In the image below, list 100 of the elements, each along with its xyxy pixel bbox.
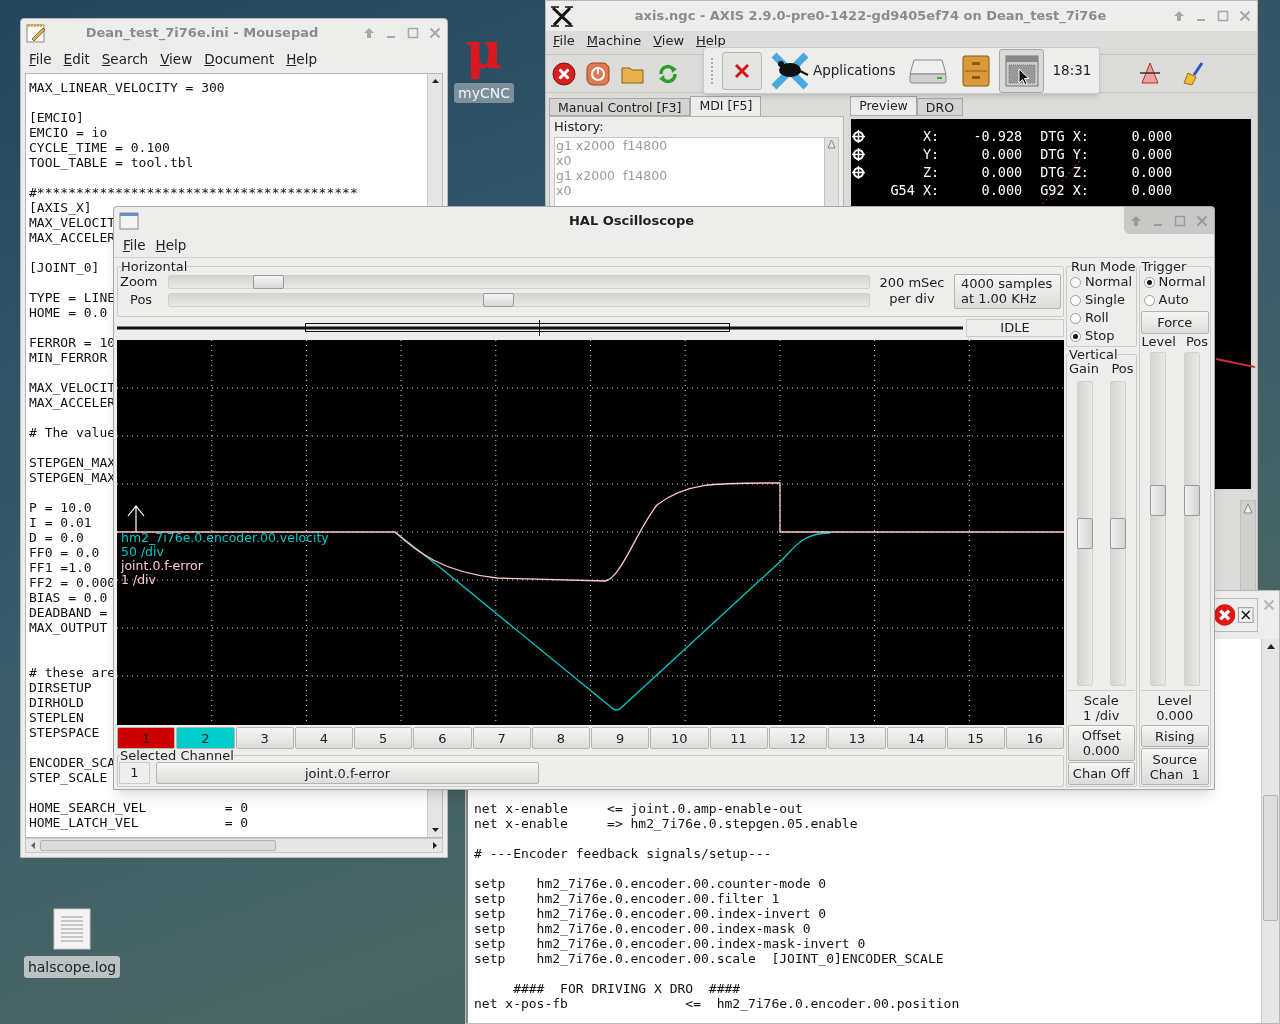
slider-track[interactable]	[168, 293, 870, 307]
code-line: setp hm2_7i76e.0.encoder.00.filter 1	[474, 891, 780, 906]
close-icon[interactable]	[1238, 607, 1254, 623]
group-label: Selected Channel	[120, 749, 234, 762]
pin-icon[interactable]	[1130, 214, 1142, 227]
maximize-icon[interactable]	[407, 27, 419, 39]
window-title: Dean_test_7i76e.ini - Mousepad	[84, 24, 320, 43]
slider-track[interactable]	[168, 275, 870, 289]
slider-thumb[interactable]	[1109, 518, 1126, 549]
tab[interactable]: DRO	[916, 98, 963, 116]
scrollbar[interactable]	[25, 838, 443, 853]
channel-button[interactable]: 16	[1005, 727, 1064, 749]
estop-icon[interactable]	[552, 61, 576, 86]
menu-item[interactable]: Document	[204, 48, 275, 70]
menu-item[interactable]: File	[553, 33, 575, 48]
edge-button[interactable]: Rising	[1140, 725, 1209, 747]
channel-off-button[interactable]: Chan Off	[1068, 762, 1135, 785]
slider-track[interactable]	[1076, 381, 1093, 686]
radio-label[interactable]: Normal	[1085, 272, 1133, 292]
slider-thumb[interactable]	[252, 275, 284, 289]
channel-name-button[interactable]: joint.0.f-error	[156, 762, 539, 784]
code-line: net x-enable => hm2_7i76e.0.stepgen.05.enable	[474, 816, 858, 831]
dro-value: 0.000	[1130, 162, 1173, 182]
offset-button[interactable]: Offset 0.000	[1068, 725, 1135, 761]
menu-item[interactable]: Help	[696, 33, 726, 48]
code-line: CYCLE_TIME = 0.100	[29, 140, 170, 155]
radio-button[interactable]	[1070, 312, 1081, 324]
code-line: ENCODER_SCA	[29, 755, 116, 770]
document-icon[interactable]	[53, 908, 91, 950]
menu-item[interactable]: File	[29, 48, 52, 70]
radio-label[interactable]: Roll	[1085, 308, 1109, 328]
channel-button[interactable]: 11	[709, 727, 768, 749]
channel-button[interactable]: 15	[946, 727, 1005, 749]
radio-button[interactable]	[1070, 330, 1081, 342]
channel-button[interactable]: 3	[235, 727, 294, 749]
x-logo-icon[interactable]	[550, 5, 574, 27]
radio-button[interactable]	[1070, 276, 1081, 288]
menu-item[interactable]: Machine	[586, 33, 642, 48]
maximize-icon[interactable]	[1174, 214, 1186, 227]
radio-button[interactable]	[1143, 276, 1155, 288]
pin-icon[interactable]	[1173, 10, 1185, 22]
tab[interactable]: Manual Control [F3]	[549, 98, 691, 116]
mouse-logo-icon[interactable]	[770, 50, 810, 91]
notepad-icon[interactable]	[25, 22, 47, 44]
slider-track[interactable]	[1183, 352, 1200, 686]
slider-thumb[interactable]	[1183, 485, 1200, 517]
dro-label: G92 X:	[1040, 180, 1090, 200]
slider-thumb[interactable]	[1076, 518, 1093, 549]
maximize-icon[interactable]	[1217, 10, 1229, 22]
pin-icon[interactable]	[363, 27, 375, 39]
window-switch-button[interactable]	[999, 48, 1045, 93]
scrollbar-thumb[interactable]	[40, 840, 276, 851]
force-button[interactable]: Force	[1140, 311, 1209, 334]
menu-item[interactable]: Search	[101, 48, 149, 70]
slider-thumb[interactable]	[1149, 485, 1166, 517]
menu-item[interactable]: File	[123, 235, 146, 256]
channel-button[interactable]: 13	[828, 727, 887, 749]
launcher-label[interactable]: Applications	[813, 60, 896, 81]
channel-button[interactable]: 4	[294, 727, 353, 749]
slider-thumb[interactable]	[483, 293, 515, 307]
channel-button[interactable]: 8	[531, 727, 590, 749]
menu-item[interactable]: View	[653, 33, 685, 48]
menu-item[interactable]: View	[160, 48, 193, 70]
grip-icon[interactable]	[710, 55, 714, 86]
scrollbar-thumb[interactable]	[1263, 795, 1278, 921]
tab[interactable]: MDI [F5]	[690, 96, 762, 116]
channel-button[interactable]: 7	[472, 727, 531, 749]
code-line: MAX_OUTPUT	[29, 620, 108, 635]
channel-button[interactable]: 6	[413, 727, 472, 749]
code-line: #*****************************************	[29, 185, 358, 200]
scrollbar[interactable]	[1261, 639, 1279, 1023]
field-label: Level	[1156, 693, 1193, 708]
menu-item[interactable]: Help	[155, 235, 187, 256]
radio-button[interactable]	[1143, 294, 1155, 306]
sample-rate-button[interactable]: 4000 samples at 1.00 KHz	[954, 273, 1061, 309]
channel-button[interactable]: 2	[176, 727, 235, 749]
close-button[interactable]	[722, 51, 762, 90]
menu-item[interactable]: Edit	[63, 48, 90, 70]
channel-button[interactable]: 14	[887, 727, 946, 749]
source-button[interactable]: Source Chan 1	[1140, 748, 1209, 785]
cabinet-icon[interactable]	[961, 53, 992, 88]
channel-button[interactable]: 10	[650, 727, 709, 749]
cone-icon[interactable]	[1138, 60, 1162, 87]
field-value: 0.000	[1155, 708, 1195, 723]
radio-label[interactable]: Stop	[1085, 326, 1115, 346]
channel-button[interactable]: 5	[354, 727, 413, 749]
radio-button[interactable]	[1070, 294, 1081, 306]
trigger-marker-icon[interactable]	[127, 505, 145, 533]
icon-label[interactable]: halscope.log	[23, 956, 121, 978]
tab[interactable]: Preview	[850, 96, 917, 116]
slider-track[interactable]	[1149, 352, 1166, 686]
slider-track[interactable]	[1109, 381, 1126, 686]
channel-button[interactable]: 12	[768, 727, 827, 749]
menu-item[interactable]: Help	[286, 48, 317, 70]
channel-button[interactable]: 9	[591, 727, 650, 749]
power-icon[interactable]	[586, 61, 610, 86]
radio-label[interactable]: Auto	[1158, 290, 1189, 310]
radio-label[interactable]: Single	[1085, 290, 1125, 310]
dro-label: DTG X:	[1040, 126, 1090, 146]
window-icon[interactable]	[119, 211, 139, 230]
